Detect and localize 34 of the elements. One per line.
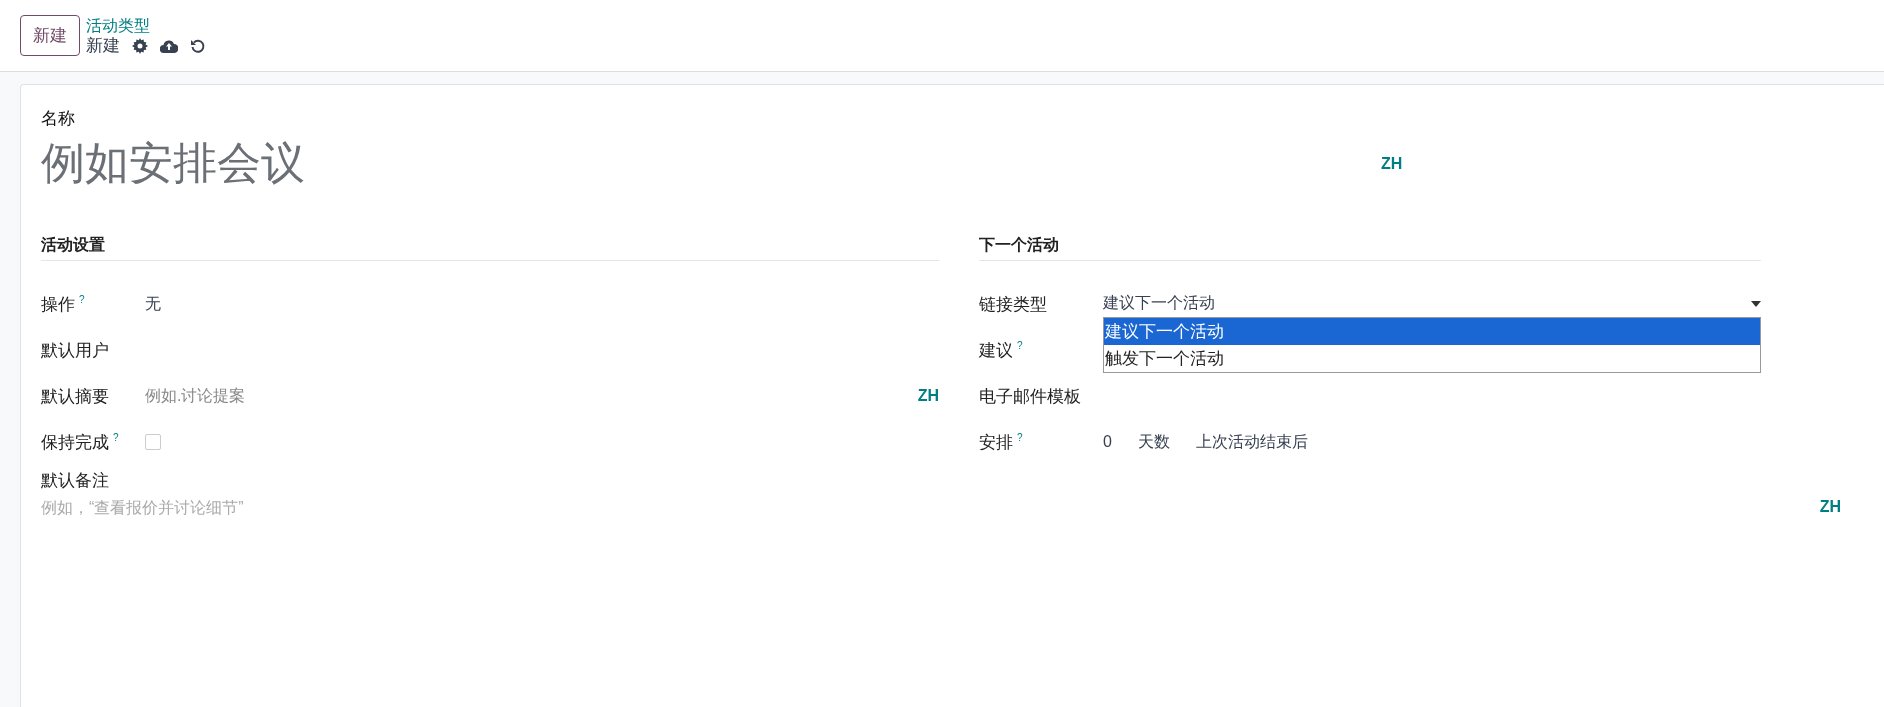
settings-icon[interactable]: [132, 37, 148, 54]
new-button[interactable]: 新建: [20, 15, 80, 56]
caret-icon: [1751, 300, 1761, 307]
field-label: 操作: [41, 294, 75, 314]
field-label: 建议: [979, 340, 1013, 360]
field-label: 安排: [979, 432, 1013, 452]
dropdown-option[interactable]: 建议下一个活动: [1104, 318, 1760, 345]
delay-trigger[interactable]: 上次活动结束后: [1195, 431, 1308, 453]
breadcrumb-link[interactable]: 活动类型: [86, 15, 206, 36]
help-mark[interactable]: ?: [1017, 339, 1023, 351]
undo-icon[interactable]: [190, 37, 206, 54]
help-mark[interactable]: ?: [79, 293, 85, 305]
field-label: 默认摘要: [41, 386, 109, 406]
help-mark[interactable]: ?: [113, 431, 119, 443]
name-field[interactable]: 例如安排会议: [41, 130, 1381, 197]
field-label: 名称: [41, 108, 76, 130]
field-label: 链接类型: [979, 294, 1047, 314]
summary-field[interactable]: 例如.讨论提案: [145, 385, 246, 407]
section-title: 活动设置: [41, 235, 939, 261]
checkbox[interactable]: [145, 434, 161, 450]
field-label: 电子邮件模板: [979, 386, 1081, 406]
language-button[interactable]: ZH: [1819, 498, 1841, 519]
delay-amount[interactable]: 0: [1103, 433, 1112, 451]
delay-unit[interactable]: 天数: [1137, 431, 1170, 453]
dropdown-option[interactable]: 触发下一个活动: [1104, 345, 1760, 372]
record-name: 新建: [86, 35, 120, 56]
help-mark[interactable]: ?: [1017, 431, 1023, 443]
field-label: 默认用户: [41, 340, 109, 360]
language-button[interactable]: ZH: [917, 387, 939, 405]
section-title: 下一个活动: [979, 235, 1761, 261]
field-value[interactable]: 无: [145, 293, 161, 315]
language-button[interactable]: ZH: [1381, 154, 1403, 173]
field-label: 默认备注: [41, 470, 110, 492]
field-label: 保持完成: [41, 432, 109, 452]
